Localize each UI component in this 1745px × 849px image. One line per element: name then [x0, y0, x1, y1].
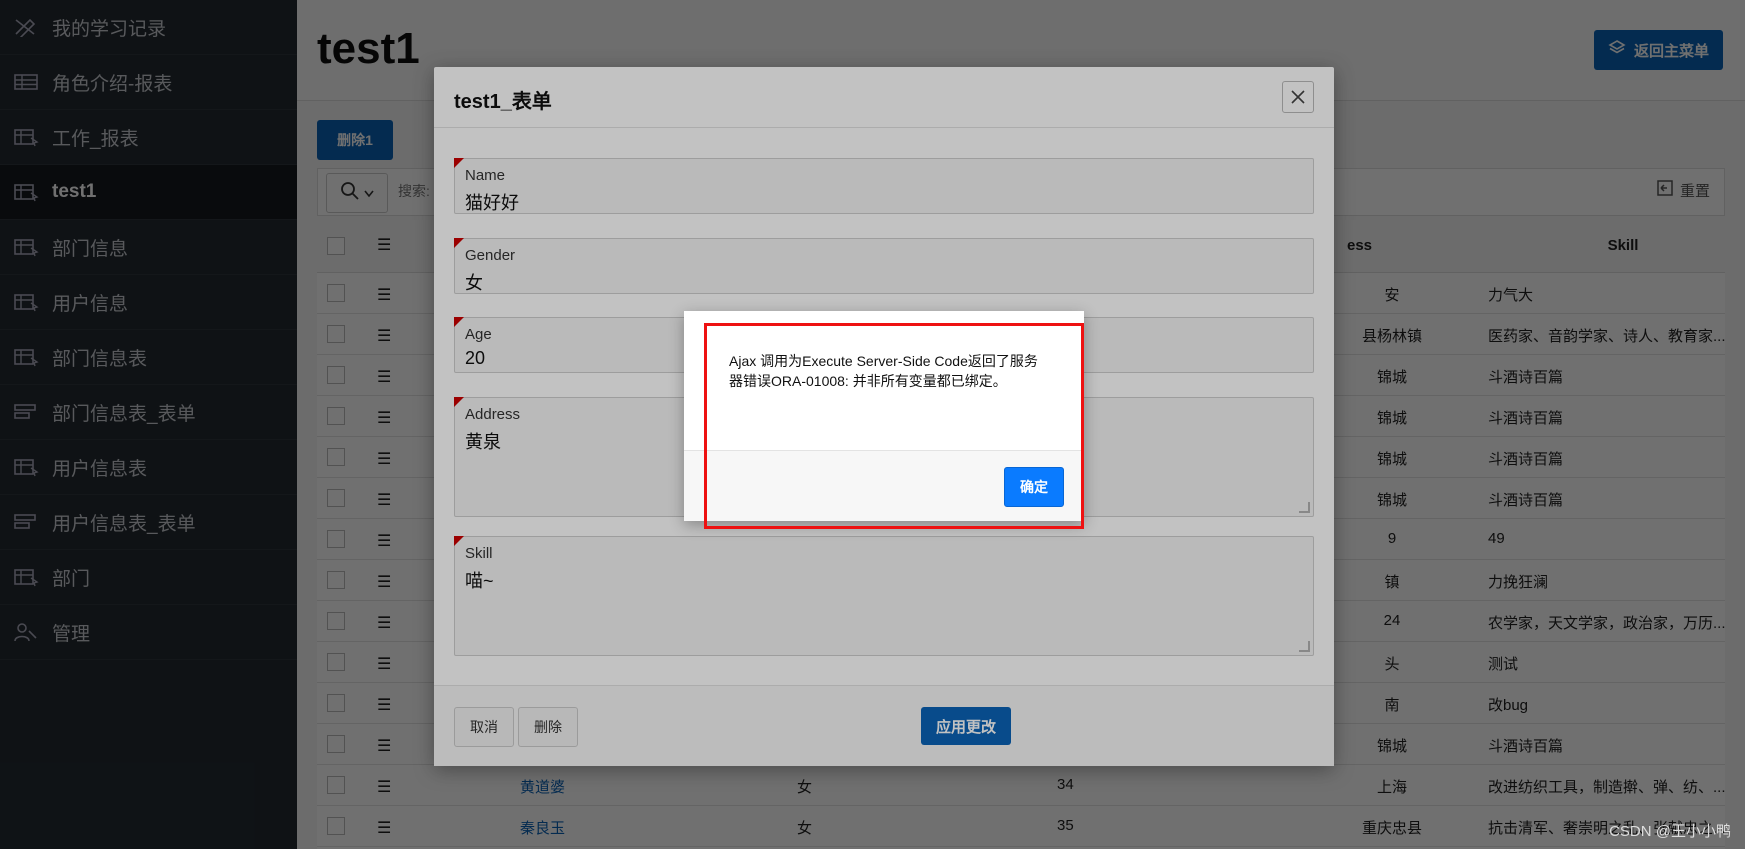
watermark: CSDN @王小小鸭 [1609, 823, 1731, 840]
red-annotation-box [704, 323, 1084, 529]
